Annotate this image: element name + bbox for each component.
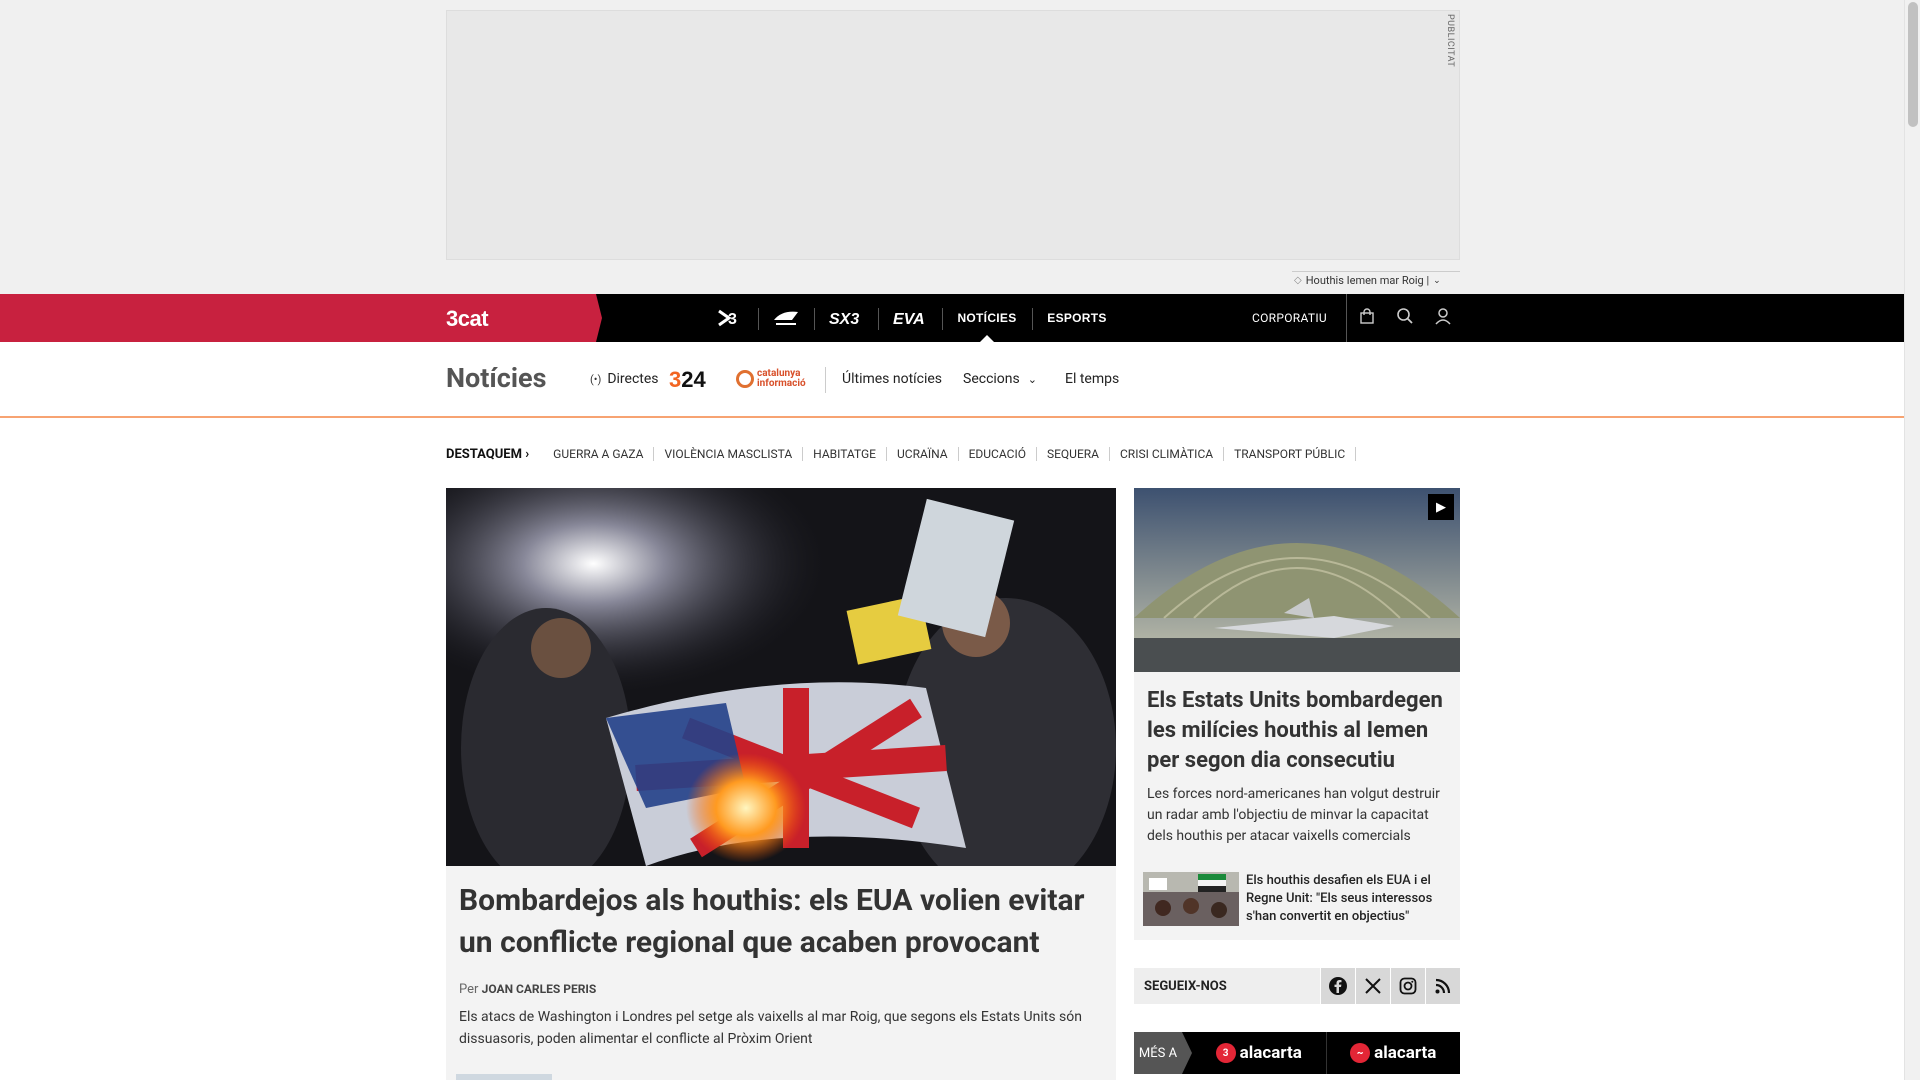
channel-noticies[interactable]: NOTÍCIES (942, 294, 1032, 342)
channel-nav: 3 SX3 EVA NOTÍCIES ESPORTS (702, 294, 1122, 342)
search-icon[interactable] (1395, 307, 1415, 329)
topic-item[interactable]: EDUCACIÓ (959, 447, 1037, 461)
chevron-down-icon: ⌄ (1433, 275, 1441, 286)
protest-photo (446, 488, 1116, 866)
byline-prefix: Per (459, 982, 479, 997)
corporate-link[interactable]: CORPORATIU (1252, 294, 1327, 342)
channel-tv3-logo[interactable]: 3 (702, 294, 758, 342)
topic-item[interactable]: HABITATGE (803, 447, 887, 461)
catradio-badge-icon: ~ (1350, 1043, 1371, 1063)
hero-byline: Per JOAN CARLES PERIS (459, 982, 596, 997)
side-lead: Les forces nord-americanes han volgut de… (1147, 786, 1440, 844)
channel-eva-logo[interactable]: EVA (878, 294, 942, 342)
crowd-photo (1143, 872, 1239, 926)
author-name[interactable]: JOAN CARLES PERIS (482, 982, 597, 996)
channel-sx3-logo[interactable]: SX3 (814, 294, 878, 342)
alacarta-label: alacarta (1239, 1043, 1302, 1063)
topics-bar: DESTAQUEM › GUERRA A GAZA VIOLÈNCIA MASC… (446, 444, 1357, 464)
side-headline[interactable]: Els Estats Units bombardegen les milície… (1147, 686, 1447, 776)
hero-article-card[interactable]: Bombardejos als houthis: els EUA volien … (446, 866, 1116, 1080)
live-broadcast-icon: (•) (590, 372, 602, 386)
topic-item[interactable]: CRISI CLIMÀTICA (1110, 447, 1225, 461)
facebook-icon[interactable] (1320, 968, 1355, 1004)
hero-image[interactable] (446, 488, 1116, 866)
section-header: Notícies (•) Directes 324 catalunya info… (0, 342, 1904, 418)
channel-esports[interactable]: ESPORTS (1032, 294, 1122, 342)
topic-item[interactable]: SEQUERA (1037, 447, 1110, 461)
breaking-tag-bar[interactable]: ◇ Houthis Iemen mar Roig | ⌄ (1292, 271, 1460, 289)
directes-link[interactable]: (•) Directes (590, 371, 659, 387)
chevron-down-icon: ⌄ (1027, 372, 1037, 386)
alacarta-label: alacarta (1374, 1043, 1437, 1063)
follow-label: SEGUEIX-NOS (1144, 978, 1227, 994)
seccions-label: Seccions (963, 371, 1020, 387)
topic-item[interactable]: UCRAÏNA (887, 447, 959, 461)
shopping-bag-icon[interactable] (1357, 308, 1377, 328)
page-scrollbar[interactable] (1904, 0, 1920, 1080)
mes-label: MÉS A (1134, 1032, 1192, 1074)
hero-headline[interactable]: Bombardejos als houthis: els EUA volien … (459, 880, 1099, 964)
ad-banner[interactable] (446, 10, 1460, 260)
next-item-thumbnail[interactable] (456, 1074, 552, 1080)
brand-logo[interactable]: 3cat (446, 306, 489, 332)
instagram-icon[interactable] (1390, 968, 1425, 1004)
tv3-icon: 3 (718, 309, 737, 327)
logo-catalunya-informacio[interactable]: catalunya informació (736, 369, 817, 389)
scrollbar-thumb[interactable] (1908, 2, 1918, 127)
ci-symbol-icon (736, 370, 754, 388)
ultimes-noticies-link[interactable]: Últimes notícies (842, 371, 942, 387)
topic-item[interactable]: TRANSPORT PÚBLIC (1224, 447, 1357, 461)
related-thumbnail[interactable] (1143, 872, 1239, 926)
divider (825, 367, 826, 393)
brand-band (0, 294, 602, 342)
section-title[interactable]: Notícies (446, 362, 546, 394)
catradio-icon (774, 311, 798, 325)
side-article-image[interactable]: ▶ (1134, 488, 1460, 672)
catradio-alacarta-link[interactable]: ~ alacarta (1325, 1032, 1461, 1074)
svg-text:EVA: EVA (893, 311, 925, 327)
seccions-dropdown[interactable]: Seccions ⌄ (963, 371, 1037, 387)
ad-label: PUBLICITAT (1445, 14, 1455, 68)
logo-324[interactable]: 324 (669, 367, 706, 393)
svg-text:SX3: SX3 (829, 311, 859, 327)
ci-logo-text: catalunya informació (757, 368, 806, 389)
svg-text:3: 3 (728, 311, 737, 327)
topics-lead[interactable]: DESTAQUEM › (446, 447, 529, 462)
user-icon[interactable] (1433, 307, 1453, 329)
chevron-right-icon: › (525, 446, 530, 462)
topic-item[interactable]: GUERRA A GAZA (543, 447, 655, 461)
rss-icon[interactable] (1425, 968, 1460, 1004)
play-video-icon[interactable]: ▶ (1428, 494, 1454, 520)
topic-item[interactable]: VIOLÈNCIA MASCLISTA (654, 447, 804, 461)
directes-label: Directes (607, 371, 659, 387)
hero-lead: Els atacs de Washington i Londres pel se… (459, 1009, 1082, 1047)
sx3-icon: SX3 (829, 311, 859, 327)
follow-us-bar: SEGUEIX-NOS (1134, 968, 1460, 1004)
nav-icon-group (1346, 294, 1453, 342)
el-temps-link[interactable]: El temps (1065, 371, 1119, 387)
tag-icon: ◇ (1294, 275, 1302, 286)
eva-icon: EVA (893, 311, 925, 327)
channel-catradio-logo[interactable] (758, 294, 814, 342)
tv3-alacarta-link[interactable]: 3 alacarta (1192, 1032, 1326, 1074)
main-navbar: 3cat 3 SX3 EVA NOTÍCIES ESPORTS CORPORAT… (0, 294, 1904, 342)
breaking-text: Houthis Iemen mar Roig | (1305, 274, 1430, 287)
related-headline[interactable]: Els houthis desafien els EUA i el Regne … (1246, 872, 1446, 926)
side-article-card[interactable]: Els Estats Units bombardegen les milície… (1134, 672, 1460, 940)
jet-hangar-photo (1134, 488, 1460, 672)
ad-area: PUBLICITAT ◇ Houthis Iemen mar Roig | ⌄ (0, 0, 1904, 294)
mes-a-bar: MÉS A 3 alacarta ~ alacarta (1134, 1032, 1460, 1074)
tv3-badge-icon: 3 (1215, 1043, 1236, 1063)
x-icon[interactable] (1355, 968, 1390, 1004)
